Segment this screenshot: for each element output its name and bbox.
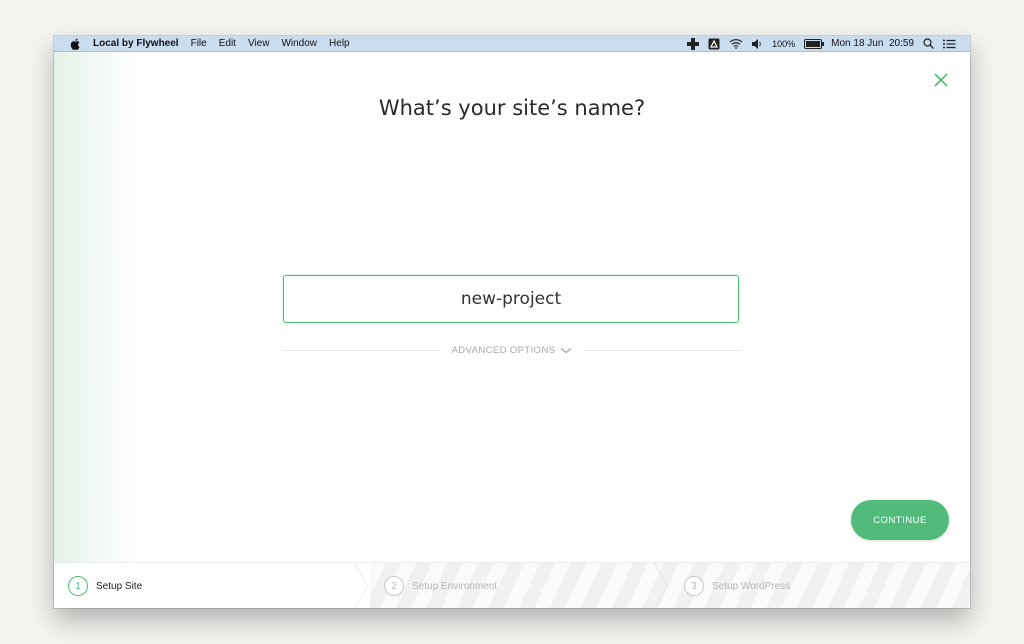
continue-button[interactable]: CONTINUE <box>851 500 949 540</box>
step-number: 1 <box>68 576 88 596</box>
drive-icon[interactable] <box>708 38 720 50</box>
wifi-icon[interactable] <box>729 38 743 49</box>
clock[interactable]: Mon 18 Jun 20:59 <box>831 38 914 49</box>
extension-icon[interactable] <box>687 37 700 50</box>
step-setup-site[interactable]: 1 Setup Site <box>68 574 142 598</box>
notification-center-icon[interactable] <box>943 39 956 49</box>
step-number: 2 <box>384 576 404 596</box>
close-icon[interactable] <box>932 71 950 89</box>
menu-help[interactable]: Help <box>329 38 350 49</box>
advanced-options-toggle[interactable]: ADVANCED OPTIONS <box>440 345 585 356</box>
advanced-options-divider: ADVANCED OPTIONS <box>283 342 742 358</box>
site-name-input[interactable] <box>283 275 739 323</box>
page-title: What’s your site’s name? <box>378 96 646 120</box>
apple-icon[interactable] <box>70 38 82 50</box>
divider-line-right <box>584 349 742 351</box>
menu-file[interactable]: File <box>191 38 207 49</box>
wizard-steps-footer: 1 Setup Site 2 Setup Environment 3 Setup… <box>54 562 970 608</box>
app-window: Local by Flywheel File Edit View Window … <box>54 36 970 608</box>
step-number: 3 <box>684 576 704 596</box>
menu-view[interactable]: View <box>248 38 270 49</box>
menu-edit[interactable]: Edit <box>219 38 236 49</box>
menu-bar: Local by Flywheel File Edit View Window … <box>54 36 970 52</box>
step-label: Setup Environment <box>412 580 498 592</box>
step-setup-environment[interactable]: 2 Setup Environment <box>384 574 497 598</box>
spotlight-search-icon[interactable] <box>923 38 934 49</box>
advanced-options-label: ADVANCED OPTIONS <box>451 344 556 356</box>
battery-icon[interactable] <box>804 38 825 49</box>
menu-window[interactable]: Window <box>281 38 317 49</box>
step-label: Setup Site <box>96 580 143 592</box>
step-setup-wordpress[interactable]: 3 Setup WordPress <box>684 574 790 598</box>
step-separator-chevron <box>654 563 669 608</box>
menu-app-name[interactable]: Local by Flywheel <box>93 38 179 49</box>
volume-icon[interactable] <box>752 38 763 49</box>
step-label: Setup WordPress <box>712 580 791 592</box>
divider-line-left <box>283 349 440 351</box>
chevron-down-icon <box>561 347 572 353</box>
left-decor-strip <box>54 52 138 562</box>
step-separator-chevron <box>354 563 369 608</box>
battery-percent: 100% <box>772 38 796 49</box>
